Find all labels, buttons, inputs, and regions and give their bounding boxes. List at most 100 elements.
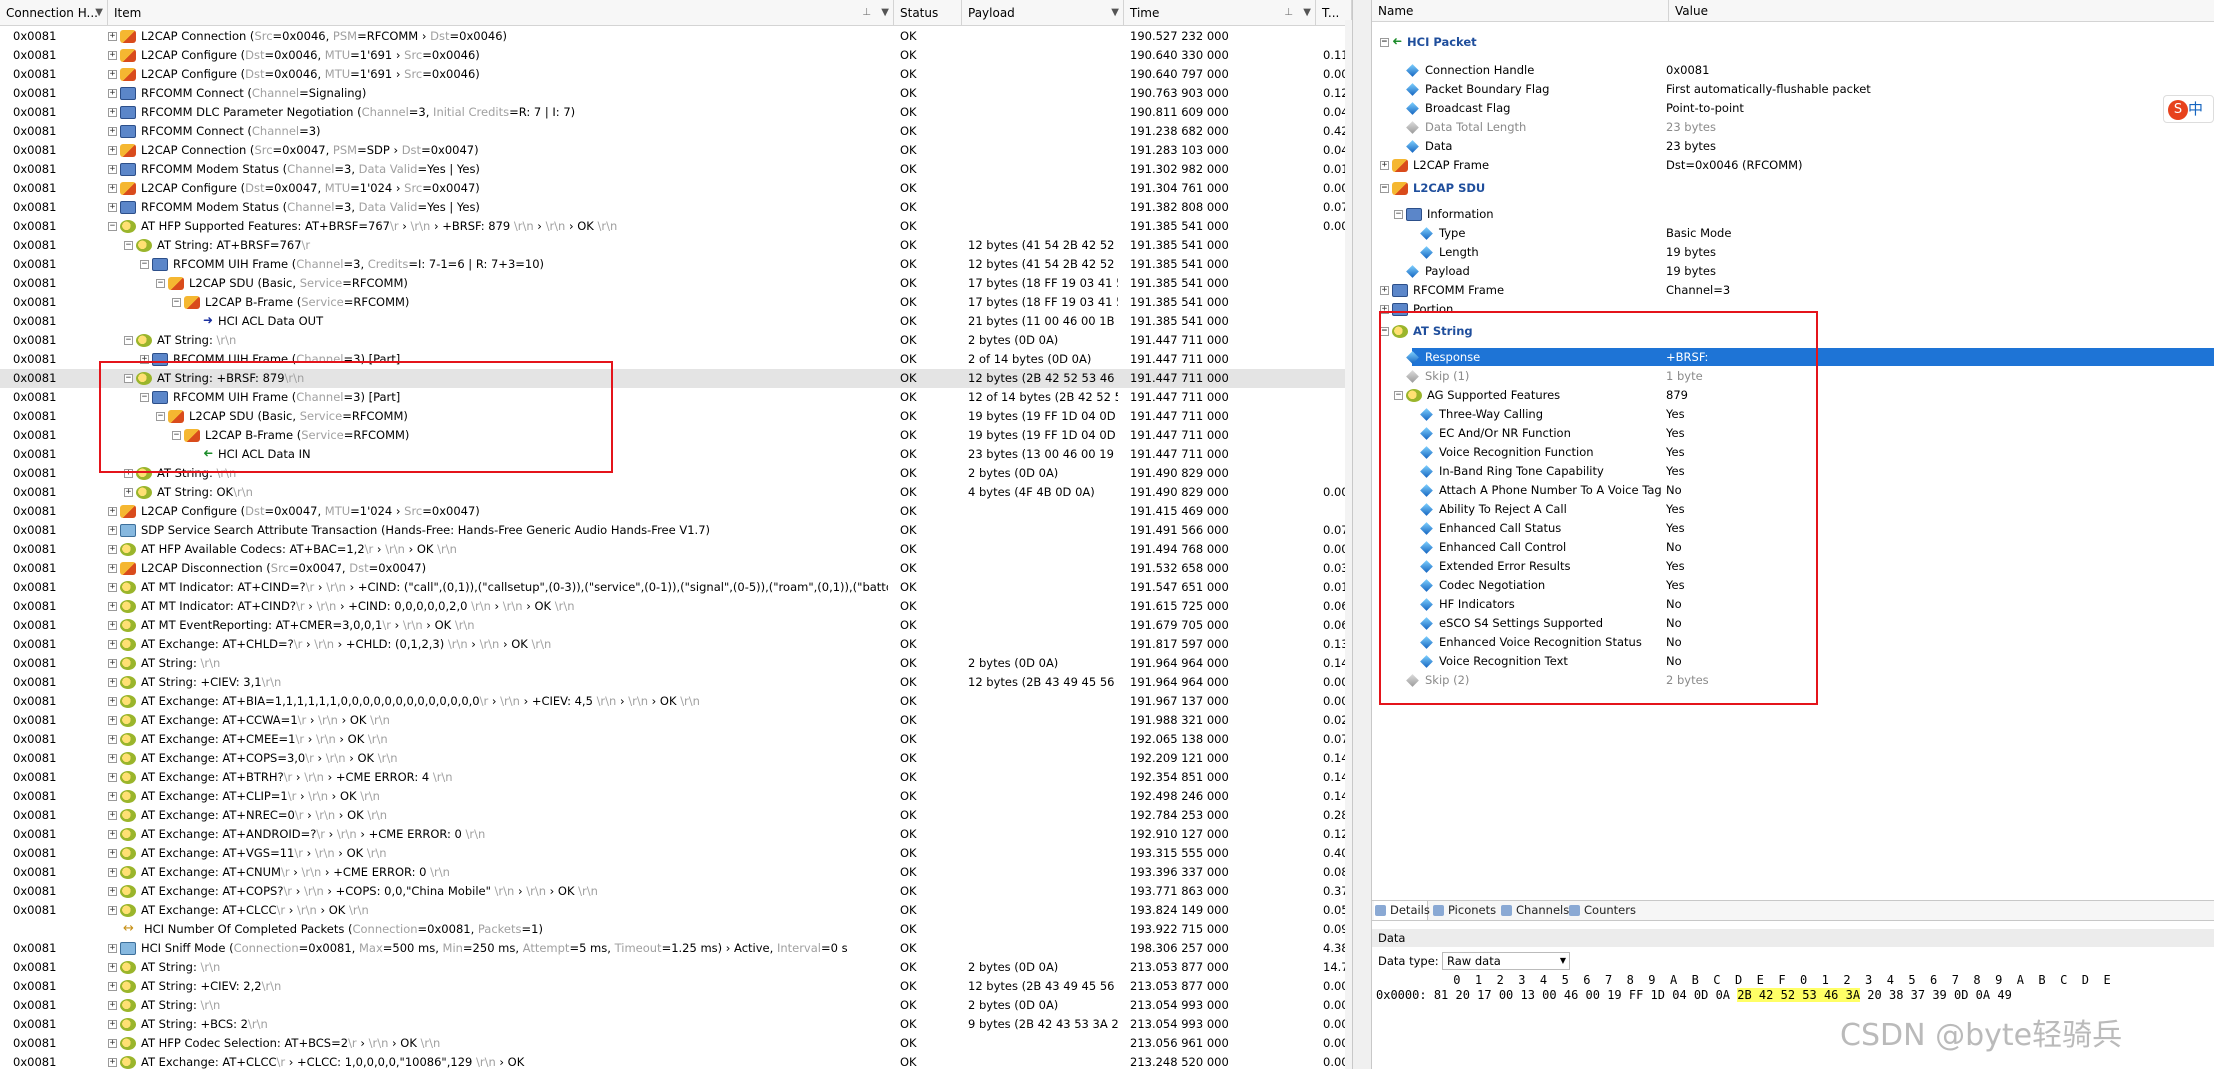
expand-icon[interactable]: + — [108, 602, 117, 611]
packet-row[interactable]: 0x0081 + AT String: +BCS: 2\r\n OK 9 bytes (… — [0, 1015, 1345, 1034]
collapse-icon[interactable]: − — [140, 260, 149, 269]
expand-icon[interactable]: + — [108, 887, 117, 896]
expand-icon[interactable]: + — [108, 583, 117, 592]
column-header-time[interactable]: Time ⊥ ▼ — [1124, 0, 1316, 26]
expand-icon[interactable]: + — [108, 963, 117, 972]
details-row[interactable]: − Information — [1372, 205, 2214, 223]
column-header-item[interactable]: Item ⊥ ▼ — [108, 0, 894, 26]
details-row[interactable]: Connection Handle 0x0081 — [1372, 61, 2214, 79]
collapse-icon[interactable]: − — [156, 279, 165, 288]
details-row[interactable]: Length 19 bytes — [1372, 243, 2214, 261]
expand-icon[interactable]: + — [108, 792, 117, 801]
packet-row[interactable]: 0x0081 − L2CAP SDU (Basic, Service=RFCOMM)… — [0, 274, 1345, 293]
expand-icon[interactable]: + — [108, 146, 117, 155]
packet-row[interactable]: 0x0081 + AT String: \r\n OK 2 bytes (0D 0A) 2… — [0, 958, 1345, 977]
packet-row[interactable]: 0x0081 + AT String: +CIEV: 3,1\r\n OK 12 byt… — [0, 673, 1345, 692]
tab-details[interactable]: Details — [1374, 901, 1430, 920]
collapse-icon[interactable]: − — [172, 298, 181, 307]
details-row[interactable]: Packet Boundary Flag First automatically-… — [1372, 80, 2214, 98]
collapse-icon[interactable]: − — [1380, 184, 1389, 193]
details-row[interactable]: − HCI Packet — [1372, 33, 2214, 51]
expand-icon[interactable]: + — [108, 203, 117, 212]
expand-icon[interactable]: + — [108, 1001, 117, 1010]
expand-icon[interactable]: + — [108, 621, 117, 630]
packet-row[interactable]: 0x0081 + AT Exchange: AT+CLCC\r › +CLCC: 1… — [0, 1053, 1345, 1069]
packet-row[interactable]: 0x0081 + AT Exchange: AT+BIA=1,1,1,1,1,1,0… — [0, 692, 1345, 711]
packet-row[interactable]: 0x0081 + AT String: \r\n OK 2 bytes (0D 0A) 1… — [0, 654, 1345, 673]
packet-row[interactable]: 0x0081 + AT Exchange: AT+CNUM\r › \r\n › +… — [0, 863, 1345, 882]
filter-dropdown-icon[interactable]: ▼ — [1111, 0, 1119, 25]
expand-icon[interactable]: + — [108, 89, 117, 98]
ime-indicator[interactable]: S中 — [2163, 95, 2214, 123]
packet-row[interactable]: 0x0081 + AT String: OK\r\n OK 4 bytes (4F 4B… — [0, 483, 1345, 502]
expand-icon[interactable]: + — [108, 51, 117, 60]
expand-icon[interactable]: + — [108, 1058, 117, 1067]
packet-row[interactable]: 0x0081 + AT Exchange: AT+CHLD=?\r › \r\n ›… — [0, 635, 1345, 654]
pin-icon[interactable]: ⊥ — [1284, 0, 1293, 25]
packet-row[interactable]: 0x0081 + AT Exchange: AT+VGS=11\r › \r\n ›… — [0, 844, 1345, 863]
details-header-value[interactable]: Value — [1668, 0, 2214, 22]
packet-row[interactable]: 0x0081 − AT String: AT+BRSF=767\r OK 12 byte… — [0, 236, 1345, 255]
packet-row[interactable]: 0x0081 + RFCOMM DLC Parameter Negotiation … — [0, 103, 1345, 122]
packet-row[interactable]: 0x0081 + L2CAP Configure (Dst=0x0047, MTU=… — [0, 502, 1345, 521]
expand-icon[interactable]: + — [108, 735, 117, 744]
expand-icon[interactable]: + — [108, 1020, 117, 1029]
packet-row[interactable]: 0x0081 + AT Exchange: AT+COPS=3,0\r › \r\n… — [0, 749, 1345, 768]
expand-icon[interactable]: + — [108, 906, 117, 915]
packet-row[interactable]: 0x0081 + AT HFP Available Codecs: AT+BAC=1… — [0, 540, 1345, 559]
filter-dropdown-icon[interactable]: ▼ — [95, 0, 103, 25]
details-header-name[interactable]: Name — [1372, 0, 1668, 22]
packet-row[interactable]: 0x0081 + RFCOMM Modem Status (Channel=3, D… — [0, 160, 1345, 179]
tab-channels[interactable]: Channels — [1500, 901, 1569, 920]
collapse-icon[interactable]: − — [1380, 38, 1389, 47]
expand-icon[interactable]: + — [108, 659, 117, 668]
expand-icon[interactable]: + — [108, 184, 117, 193]
packet-row[interactable]: 0x0081 + L2CAP Disconnection (Src=0x0047, … — [0, 559, 1345, 578]
column-header-status[interactable]: Status — [894, 0, 962, 26]
packet-row[interactable]: 0x0081 + AT Exchange: AT+ANDROID=?\r › \r\… — [0, 825, 1345, 844]
packet-row[interactable]: 0x0081 + AT MT EventReporting: AT+CMER=3,0… — [0, 616, 1345, 635]
packet-row[interactable]: HCI Number Of Completed Packets (Connect… — [0, 920, 1345, 939]
tab-counters[interactable]: Counters — [1568, 901, 1636, 920]
expand-icon[interactable]: + — [108, 1039, 117, 1048]
expand-icon[interactable]: + — [108, 830, 117, 839]
expand-icon[interactable]: + — [1380, 286, 1389, 295]
packet-row[interactable]: 0x0081 + L2CAP Connection (Src=0x0047, PSM… — [0, 141, 1345, 160]
details-row[interactable]: Data Total Length 23 bytes — [1372, 118, 2214, 136]
pin-icon[interactable]: ⊥ — [862, 0, 871, 25]
expand-icon[interactable]: + — [1380, 161, 1389, 170]
hex-row[interactable]: 0x0000: 81 20 17 00 13 00 46 00 19 FF 1D… — [1376, 988, 2012, 1002]
expand-icon[interactable]: + — [108, 526, 117, 535]
expand-icon[interactable]: + — [108, 944, 117, 953]
expand-icon[interactable]: + — [108, 678, 117, 687]
collapse-icon[interactable]: − — [124, 241, 133, 250]
packet-row[interactable]: 0x0081 + AT Exchange: AT+NREC=0\r › \r\n ›… — [0, 806, 1345, 825]
expand-icon[interactable]: + — [108, 165, 117, 174]
packet-row[interactable]: 0x0081 + L2CAP Configure (Dst=0x0046, MTU=… — [0, 65, 1345, 84]
packet-row[interactable]: 0x0081 + AT Exchange: AT+CLIP=1\r › \r\n ›… — [0, 787, 1345, 806]
details-row[interactable]: Broadcast Flag Point-to-point — [1372, 99, 2214, 117]
packet-row[interactable]: 0x0081 − AT String: \r\n OK 2 bytes (0D 0A) 1… — [0, 331, 1345, 350]
collapse-icon[interactable]: − — [108, 222, 117, 231]
collapse-icon[interactable]: − — [124, 336, 133, 345]
vertical-scrollbar[interactable] — [1345, 20, 1352, 1069]
data-type-select[interactable]: Raw data ▼ — [1442, 952, 1570, 970]
packet-row[interactable]: 0x0081 − L2CAP B-Frame (Service=RFCOMM) OK 1… — [0, 293, 1345, 312]
packet-row[interactable]: 0x0081 + AT String: \r\n OK 2 bytes (0D 0A) 2… — [0, 996, 1345, 1015]
filter-dropdown-icon[interactable]: ▼ — [1303, 0, 1311, 25]
packet-row[interactable]: 0x0081 + RFCOMM Connect (Channel=Signaling… — [0, 84, 1345, 103]
filter-dropdown-icon[interactable]: ▼ — [881, 0, 889, 25]
expand-icon[interactable]: + — [124, 488, 133, 497]
expand-icon[interactable]: + — [108, 868, 117, 877]
details-row[interactable]: − L2CAP SDU — [1372, 179, 2214, 197]
packet-row[interactable]: 0x0081 + SDP Service Search Attribute Tran… — [0, 521, 1345, 540]
column-header-payload[interactable]: Payload ▼ — [962, 0, 1124, 26]
expand-icon[interactable]: + — [108, 697, 117, 706]
packet-row[interactable]: 0x0081 + AT Exchange: AT+CLCC\r › \r\n › O… — [0, 901, 1345, 920]
expand-icon[interactable]: + — [108, 773, 117, 782]
expand-icon[interactable]: + — [108, 811, 117, 820]
packet-row[interactable]: 0x0081 + L2CAP Connection (Src=0x0046, PSM… — [0, 27, 1345, 46]
expand-icon[interactable]: + — [108, 70, 117, 79]
packet-row[interactable]: 0x0081 + AT MT Indicator: AT+CIND?\r › \r\… — [0, 597, 1345, 616]
pane-splitter[interactable] — [1352, 0, 1372, 1069]
